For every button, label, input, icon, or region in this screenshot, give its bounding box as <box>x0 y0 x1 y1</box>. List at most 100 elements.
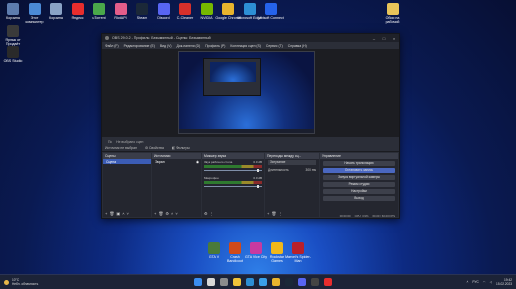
desktop-shortcut[interactable]: OBS Studio <box>0 46 26 67</box>
desktop-shortcut[interactable]: Обои на рабочий <box>380 3 406 24</box>
properties-button[interactable]: ⚙ Свойства <box>145 146 164 150</box>
fps-readout: 60.00 / 60.00 FPS <box>372 214 395 218</box>
search-icon[interactable] <box>207 278 216 286</box>
obs-window[interactable]: OBS 29.0.2 - Профиль: Безымянный - Сцены… <box>101 33 400 219</box>
channel-db: 0.0 dB <box>253 176 262 180</box>
start-streaming-button[interactable]: Начать трансляцию <box>323 160 395 166</box>
desktop-icon-label: OBS Studio <box>3 59 23 63</box>
minimize-icon[interactable]: – <box>369 36 379 41</box>
shortcut-icon <box>50 3 62 15</box>
volume-slider[interactable] <box>204 185 262 188</box>
scenes-dock: Сцены Сцена + 🗑 ▣ ˄ ˅ <box>103 153 151 217</box>
system-tray: ˄ РУС ◠ ◁ 19:42 15.02.2023 <box>467 278 516 286</box>
shortcut-icon <box>7 46 19 58</box>
channel-db: 0.0 dB <box>253 160 262 164</box>
menu-item[interactable]: Профиль (P) <box>205 44 225 48</box>
store-icon[interactable] <box>259 278 268 286</box>
weather-desc: Небл. облачность <box>12 282 39 286</box>
window-title: OBS 29.0.2 - Профиль: Безымянный - Сцены… <box>112 36 211 40</box>
obs-icon[interactable] <box>311 278 320 286</box>
stream-preview[interactable] <box>178 51 315 134</box>
maximize-icon[interactable]: □ <box>379 36 389 41</box>
steam-icon[interactable] <box>285 278 294 286</box>
close-icon[interactable]: × <box>389 36 399 41</box>
chrome-icon[interactable] <box>272 278 281 286</box>
audio-mixer-dock: Микшер звука Звук рабочего стола 0.0 dB … <box>202 153 264 217</box>
desktop-shortcut[interactable]: Ubisoft Connect <box>258 3 284 24</box>
shortcut-icon <box>93 3 105 15</box>
shortcut-icon <box>7 3 19 15</box>
duration-label: Длительность <box>268 168 289 172</box>
game-shortcut-icon <box>250 242 262 254</box>
shortcut-icon <box>114 3 127 15</box>
desktop-shortcut[interactable]: Ярлык от Продаёт <box>0 25 26 46</box>
rec-time: 00:00:00 <box>339 214 351 218</box>
start-icon[interactable] <box>194 278 203 286</box>
volume-meter <box>204 181 262 184</box>
virtual-camera-button[interactable]: Запуск виртуальной камеры <box>323 174 395 180</box>
desktop-icon-label: Ярлык от Продаёт <box>5 38 21 46</box>
visibility-eye-icon[interactable]: ◉ <box>196 160 199 164</box>
menu-item[interactable]: Сервис (T) <box>266 44 283 48</box>
menu-item[interactable]: Справка (H) <box>288 44 307 48</box>
explorer-icon[interactable] <box>233 278 242 286</box>
volume-slider[interactable] <box>204 169 262 172</box>
stop-recording-button[interactable]: Остановить запись <box>323 167 395 173</box>
desktop-icon-label: Обои на рабочий <box>385 16 400 24</box>
mixer-channel: Микрофон 0.0 dB <box>202 175 264 188</box>
controls-dock-title: Управление <box>320 153 398 159</box>
shortcut-icon <box>179 3 191 15</box>
settings-button[interactable]: Настройки <box>323 188 395 194</box>
weather-icon <box>4 279 9 285</box>
volume-icon[interactable]: ◁ <box>490 280 492 284</box>
mixer-channel: Звук рабочего стола 0.0 dB <box>202 159 264 172</box>
yandex-icon[interactable] <box>324 278 333 286</box>
shortcut-icon <box>28 3 41 15</box>
clock-date: 15.02.2023 <box>496 282 512 286</box>
shortcut-icon <box>157 3 170 15</box>
source-list-item[interactable]: Экран ◉ <box>152 159 201 164</box>
nested-obs-preview <box>203 58 261 96</box>
menu-item[interactable]: Док-панели (D) <box>177 44 201 48</box>
scene-status-strip: Пс Не выбрано сцен <box>102 138 399 145</box>
edge-icon[interactable] <box>246 278 255 286</box>
studio-mode-button[interactable]: Режим студии <box>323 181 395 187</box>
title-bar[interactable]: OBS 29.0.2 - Профиль: Безымянный - Сцены… <box>102 34 399 42</box>
sources-dock: Источники Экран ◉ + 🗑 ⚙ ˄ ˅ <box>152 153 201 217</box>
clock[interactable]: 19:42 15.02.2023 <box>496 278 512 286</box>
exit-button[interactable]: Выход <box>323 195 395 201</box>
scene-list-item[interactable]: Сцена <box>103 159 151 164</box>
shortcut-icon <box>265 3 277 15</box>
obs-statusbar: 00:00:00 CPU: 3.9% 60.00 / 60.00 FPS <box>102 214 399 218</box>
channel-name: Микрофон <box>204 176 219 180</box>
transition-type-select[interactable]: Затухание <box>268 160 316 165</box>
desktop-icon-label: Marvel's Spider-Man <box>285 255 311 263</box>
network-icon[interactable]: ◠ <box>483 280 486 284</box>
controls-dock: Управление Начать трансляцию Остановить … <box>320 153 398 217</box>
shortcut-icon <box>7 25 19 37</box>
channel-name: Звук рабочего стола <box>204 160 233 164</box>
menu-item[interactable]: Коллекция сцен (S) <box>230 44 261 48</box>
menu-bar: Файл (F) Редактирование (E) Вид (V) Док-пан… <box>102 42 399 49</box>
discord-icon[interactable] <box>298 278 307 286</box>
menu-item[interactable]: Файл (F) <box>105 44 119 48</box>
game-shortcut-icon <box>271 242 283 254</box>
shortcut-icon <box>243 3 256 15</box>
menu-item[interactable]: Вид (V) <box>160 44 172 48</box>
tray-chevron-icon[interactable]: ˄ <box>467 280 469 284</box>
scene-status-text: Не выбрано сцен <box>116 139 144 144</box>
filters-button[interactable]: ◧ Фильтры <box>172 146 190 150</box>
transitions-dock-title: Переходы между сц... <box>265 153 319 159</box>
volume-meter <box>204 165 262 168</box>
game-shortcut-icon <box>208 242 220 254</box>
menu-item[interactable]: Редактирование (E) <box>124 44 155 48</box>
shortcut-icon <box>71 3 84 15</box>
shortcut-icon <box>200 3 213 15</box>
taskview-icon[interactable] <box>220 278 229 286</box>
desktop-game-shortcut[interactable]: Marvel's Spider-Man <box>285 242 311 263</box>
language-indicator[interactable]: РУС <box>472 280 478 284</box>
shortcut-icon <box>222 3 234 15</box>
source-toolbar: Источник не выбран ⚙ Свойства ◧ Фильтры <box>102 145 399 152</box>
duration-input[interactable]: 300 ms <box>306 168 316 172</box>
weather-widget[interactable]: 10°C Небл. облачность <box>0 278 60 286</box>
